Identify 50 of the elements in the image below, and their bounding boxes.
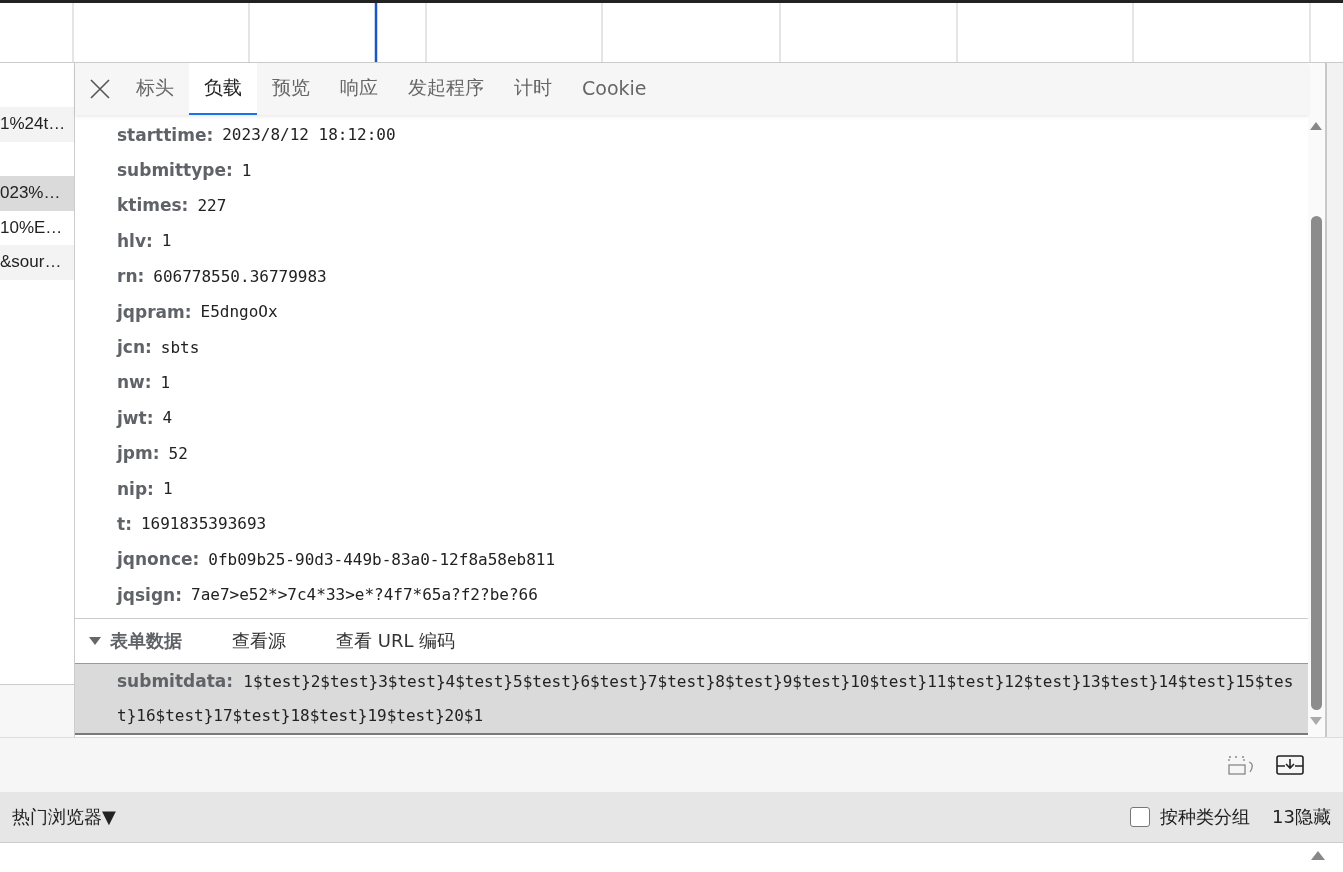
param-value: 1 (162, 479, 173, 499)
param-key: t: (117, 514, 132, 534)
param-value: 2023/8/12 18:12:00 (222, 125, 396, 145)
tab[interactable]: Cookie (567, 63, 662, 115)
tab[interactable]: 响应 (325, 63, 393, 115)
param-value: 1 (241, 160, 252, 180)
tab[interactable]: 负载 (189, 63, 257, 115)
scroll-up-icon[interactable] (1310, 849, 1326, 861)
param-value: 1 (161, 231, 172, 251)
request-row[interactable]: 1%24t… (0, 107, 74, 142)
view-link[interactable]: 查看源 (232, 629, 286, 654)
param-key: nip: (117, 478, 154, 499)
param-key: ktimes: (117, 195, 189, 216)
group-checkbox[interactable] (1130, 807, 1151, 827)
param-key: jwt: (117, 407, 154, 428)
param-key: hlv: (117, 230, 153, 251)
form-data-text: submitdata: 1$test}2$test}3$test}4$test}5$test}6$test}7$test}8$test}9$test}10$test}11$test}12$test}13$test}14$test}15$test}16$test}17$test}18$test}19$test}20$1 (117, 670, 1295, 728)
checkbox-label: 按种类分组 (1160, 805, 1251, 829)
param-key: jqsign: (117, 584, 182, 605)
param-value: 52 (168, 443, 188, 463)
request-row[interactable]: 023%… (0, 176, 74, 211)
tab[interactable]: 发起程序 (393, 63, 499, 115)
param-value: 4 (162, 408, 173, 428)
param-key: rn: (117, 266, 145, 287)
param-value: 0fb09b25-90d3-449b-83a0-12f8a58eb811 (208, 549, 556, 569)
hidden-count: 13隐藏 (1272, 805, 1331, 829)
download-icon[interactable] (1275, 753, 1305, 777)
param-key: jqpram: (117, 301, 192, 322)
browser-filter-dropdown[interactable]: 热门浏览器▼ (12, 805, 116, 829)
param-value: sbts (160, 337, 200, 357)
tab[interactable]: 计时 (499, 63, 567, 115)
view-link[interactable]: 查看 URL 编码 (336, 629, 456, 654)
section-toggle[interactable]: 表单数据 (89, 629, 182, 654)
tab[interactable]: 预览 (257, 63, 325, 115)
tab[interactable]: 标头 (121, 63, 189, 115)
param-key: starttime: (117, 124, 214, 145)
param-value: 1 (160, 372, 171, 392)
param-value: 1691835393693 (140, 514, 267, 534)
param-key: jpm: (117, 443, 160, 464)
param-value: 606778550.36779983 (153, 266, 327, 286)
param-value: 7ae7>e52*>7c4*33>e*?4f7*65a?f2?be?66 (191, 585, 538, 605)
param-value: 227 (197, 195, 227, 215)
param-key: submittype: (117, 160, 233, 181)
param-value: E5dngoOx (200, 302, 278, 322)
section-title: 表单数据 (110, 629, 182, 654)
param-key: jcn: (117, 337, 152, 358)
param-key: jqnonce: (117, 549, 200, 570)
param-key: nw: (117, 372, 152, 393)
request-row[interactable]: &sour… (0, 245, 74, 280)
triangle-icon (89, 636, 101, 647)
